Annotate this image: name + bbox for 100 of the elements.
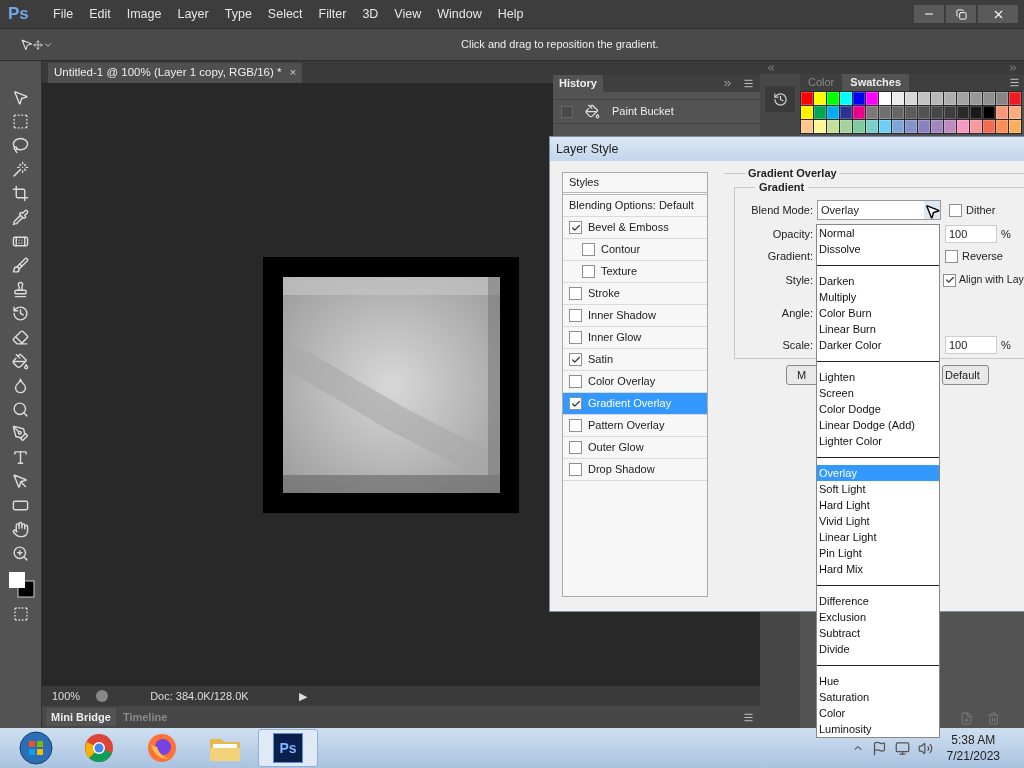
style-list-item[interactable]: Texture — [563, 261, 707, 283]
menu-item[interactable]: Help — [490, 4, 531, 24]
menu-option[interactable]: Linear Burn — [817, 321, 939, 337]
panel-menu-icon[interactable] — [1009, 77, 1020, 88]
menu-option[interactable]: Soft Light — [817, 481, 939, 497]
menu-option[interactable]: Lighter Color — [817, 433, 939, 449]
menu-option[interactable]: Color Burn — [817, 305, 939, 321]
checkbox[interactable] — [949, 203, 962, 217]
status-icon[interactable] — [96, 690, 109, 702]
menu-option[interactable]: Dissolve — [817, 241, 939, 257]
flag-icon[interactable] — [871, 740, 887, 756]
style-list-item[interactable]: Stroke — [563, 283, 707, 305]
color-swatch[interactable] — [957, 120, 969, 133]
color-swatch[interactable] — [944, 92, 956, 105]
expand-icon[interactable] — [722, 78, 733, 89]
color-swatch[interactable] — [983, 106, 995, 119]
color-swatch[interactable] — [866, 92, 878, 105]
color-swatch[interactable] — [814, 92, 826, 105]
style-list-item[interactable]: Outer Glow — [563, 437, 707, 459]
path-selection-tool-icon[interactable] — [12, 473, 29, 490]
color-swatch[interactable] — [853, 92, 865, 105]
crop-tool-icon[interactable] — [12, 185, 29, 202]
color-swatch[interactable] — [827, 120, 839, 133]
stamp-tool-icon[interactable] — [12, 281, 29, 298]
hand-tool-icon[interactable] — [12, 521, 29, 538]
brush-tool-icon[interactable] — [12, 257, 29, 274]
menu-option[interactable]: Linear Light — [817, 529, 939, 545]
menu-item[interactable]: Edit — [82, 4, 118, 24]
color-swatch[interactable] — [970, 106, 982, 119]
panel-menu-icon[interactable] — [743, 711, 754, 723]
checkbox[interactable] — [945, 249, 958, 263]
type-tool-icon[interactable] — [12, 449, 29, 466]
marquee-tool-icon[interactable] — [12, 113, 29, 130]
reset-default-button[interactable]: Default — [942, 365, 989, 385]
checkbox[interactable] — [569, 397, 582, 410]
menu-option[interactable]: Pin Light — [817, 545, 939, 561]
close-tab-icon[interactable]: × — [289, 64, 297, 82]
style-list-item[interactable]: Pattern Overlay — [563, 415, 707, 437]
color-swatch[interactable] — [905, 120, 917, 133]
dodge-tool-icon[interactable] — [12, 401, 29, 418]
menu-option[interactable]: Subtract — [817, 625, 939, 641]
color-swatch[interactable] — [996, 92, 1008, 105]
color-swatch[interactable] — [931, 106, 943, 119]
checkbox[interactable] — [943, 273, 956, 287]
color-swatch[interactable] — [944, 106, 956, 119]
move-tool-icon[interactable] — [12, 89, 29, 106]
color-swatch[interactable] — [918, 120, 930, 133]
paint-bucket-tool-icon[interactable] — [12, 353, 29, 370]
color-swatch[interactable] — [1009, 92, 1021, 105]
menu-option[interactable]: Darken — [817, 273, 939, 289]
menu-item[interactable]: Filter — [311, 4, 354, 24]
styles-header[interactable]: Styles — [563, 173, 707, 195]
wand-tool-icon[interactable] — [12, 161, 29, 178]
color-swatch[interactable] — [1009, 120, 1021, 133]
menu-option[interactable]: Color Dodge — [817, 401, 939, 417]
color-swatch[interactable] — [931, 92, 943, 105]
style-list-item[interactable]: Inner Glow — [563, 327, 707, 349]
panel-tab[interactable]: Swatches — [842, 74, 910, 91]
style-list-item[interactable]: Contour — [563, 239, 707, 261]
color-swatch[interactable] — [905, 106, 917, 119]
color-swatch[interactable] — [892, 92, 904, 105]
menu-option[interactable]: Exclusion — [817, 609, 939, 625]
menu-option[interactable]: Lighten — [817, 369, 939, 385]
checkbox[interactable] — [569, 309, 582, 322]
style-list-item[interactable]: Satin — [563, 349, 707, 371]
network-icon[interactable] — [894, 740, 910, 756]
zoom-tool-icon[interactable] — [12, 545, 29, 562]
color-swatch[interactable] — [801, 106, 813, 119]
color-swatch[interactable] — [853, 120, 865, 133]
checkbox[interactable] — [582, 265, 595, 278]
color-swatch[interactable] — [827, 106, 839, 119]
quick-mask-icon[interactable] — [12, 606, 29, 622]
panel-menu-icon[interactable] — [743, 78, 754, 89]
opacity-field[interactable]: 100 — [945, 225, 997, 243]
checkbox[interactable] — [569, 221, 582, 234]
menu-option[interactable]: Luminosity — [817, 721, 939, 737]
color-swatch[interactable] — [905, 92, 917, 105]
style-list-item[interactable]: Inner Shadow — [563, 305, 707, 327]
color-swatch[interactable] — [840, 106, 852, 119]
color-swatch[interactable] — [892, 120, 904, 133]
color-swatch[interactable] — [814, 106, 826, 119]
blur-tool-icon[interactable] — [12, 377, 29, 394]
checkbox[interactable] — [569, 287, 582, 300]
checkbox[interactable] — [582, 243, 595, 256]
menu-item[interactable]: Select — [260, 4, 310, 24]
blending-options-item[interactable]: Blending Options: Default — [563, 195, 707, 217]
color-swatch[interactable] — [983, 92, 995, 105]
color-swatch[interactable] — [866, 106, 878, 119]
menu-option[interactable]: Color — [817, 705, 939, 721]
color-swatch[interactable] — [840, 120, 852, 133]
checkbox[interactable] — [569, 331, 582, 344]
menu-option[interactable]: Darker Color — [817, 337, 939, 353]
color-swatch[interactable] — [957, 92, 969, 105]
panel-tab[interactable]: Mini Bridge — [46, 708, 116, 726]
menu-option[interactable]: Hue — [817, 673, 939, 689]
checkbox[interactable] — [569, 463, 582, 476]
document-tab[interactable]: Untitled-1 @ 100% (Layer 1 copy, RGB/16) * × — [48, 63, 303, 83]
menu-option[interactable]: Vivid Light — [817, 513, 939, 529]
history-panel-icon[interactable] — [765, 86, 795, 112]
expand-icon[interactable] — [1008, 62, 1018, 73]
